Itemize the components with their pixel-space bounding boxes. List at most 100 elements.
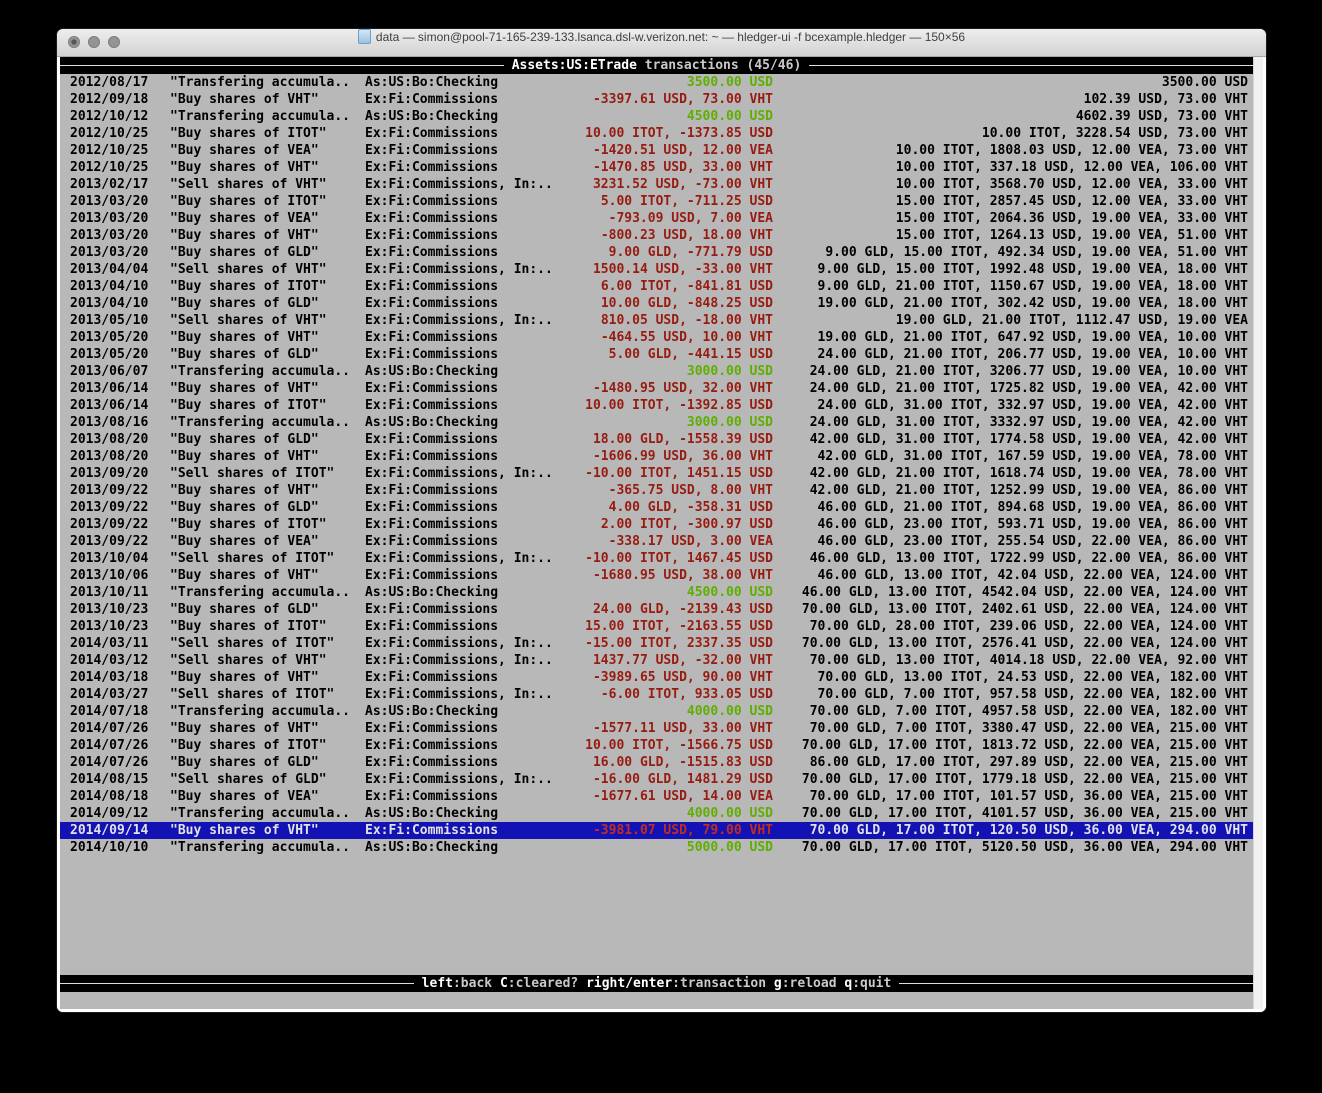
transaction-account: Ex:Fi:Commissions, In:.. bbox=[365, 652, 580, 669]
transaction-balance: 10.00 ITOT, 1808.03 USD, 12.00 VEA, 73.0… bbox=[773, 142, 1248, 159]
transaction-row[interactable]: 2014/09/12"Transfering accumula..As:US:B… bbox=[60, 805, 1253, 822]
transaction-change: 10.00 ITOT, -1392.85 USD bbox=[580, 397, 773, 414]
transaction-date: 2014/03/18 bbox=[70, 669, 170, 686]
transaction-date: 2013/08/16 bbox=[70, 414, 170, 431]
transaction-row[interactable]: 2013/03/20"Buy shares of ITOT"Ex:Fi:Comm… bbox=[60, 193, 1253, 210]
transaction-row[interactable]: 2012/09/18"Buy shares of VHT"Ex:Fi:Commi… bbox=[60, 91, 1253, 108]
transaction-change: -3981.07 USD, 79.00 VHT bbox=[580, 822, 773, 839]
transaction-row[interactable]: 2013/05/20"Buy shares of VHT"Ex:Fi:Commi… bbox=[60, 329, 1253, 346]
transaction-description: "Buy shares of VHT" bbox=[170, 91, 365, 108]
transaction-description: "Sell shares of VHT" bbox=[170, 652, 365, 669]
transaction-row[interactable]: 2014/10/10"Transfering accumula..As:US:B… bbox=[60, 839, 1253, 856]
transaction-row[interactable]: 2013/04/10"Buy shares of GLD"Ex:Fi:Commi… bbox=[60, 295, 1253, 312]
transaction-row[interactable]: 2013/09/22"Buy shares of GLD"Ex:Fi:Commi… bbox=[60, 499, 1253, 516]
transaction-row[interactable]: 2012/08/17"Transfering accumula..As:US:B… bbox=[60, 74, 1253, 91]
transaction-date: 2014/03/11 bbox=[70, 635, 170, 652]
transaction-date: 2013/04/10 bbox=[70, 278, 170, 295]
transaction-date: 2012/10/25 bbox=[70, 125, 170, 142]
transaction-row[interactable]: 2013/08/20"Buy shares of VHT"Ex:Fi:Commi… bbox=[60, 448, 1253, 465]
transaction-change: 16.00 GLD, -1515.83 USD bbox=[580, 754, 773, 771]
transaction-row[interactable]: 2013/10/06"Buy shares of VHT"Ex:Fi:Commi… bbox=[60, 567, 1253, 584]
transaction-date: 2014/07/26 bbox=[70, 720, 170, 737]
transaction-row[interactable]: 2013/09/22"Buy shares of VEA"Ex:Fi:Commi… bbox=[60, 533, 1253, 550]
transaction-account: Ex:Fi:Commissions, In:.. bbox=[365, 465, 580, 482]
transaction-balance: 70.00 GLD, 17.00 ITOT, 101.57 USD, 36.00… bbox=[773, 788, 1248, 805]
transaction-account: As:US:Bo:Checking bbox=[365, 805, 580, 822]
transaction-date: 2013/10/11 bbox=[70, 584, 170, 601]
transaction-row[interactable]: 2013/10/11"Transfering accumula..As:US:B… bbox=[60, 584, 1253, 601]
transaction-date: 2013/09/22 bbox=[70, 482, 170, 499]
transaction-account: As:US:Bo:Checking bbox=[365, 74, 580, 91]
key-label: left bbox=[422, 976, 453, 991]
transaction-row[interactable]: 2012/10/12"Transfering accumula..As:US:B… bbox=[60, 108, 1253, 125]
transaction-row[interactable]: 2012/10/25"Buy shares of ITOT"Ex:Fi:Comm… bbox=[60, 125, 1253, 142]
transaction-row[interactable]: 2014/03/11"Sell shares of ITOT"Ex:Fi:Com… bbox=[60, 635, 1253, 652]
transaction-change: -1470.85 USD, 33.00 VHT bbox=[580, 159, 773, 176]
register-account-name: Assets:US:ETrade bbox=[512, 58, 637, 73]
transaction-row[interactable]: 2014/07/26"Buy shares of GLD"Ex:Fi:Commi… bbox=[60, 754, 1253, 771]
transaction-row[interactable]: 2013/04/04"Sell shares of VHT"Ex:Fi:Comm… bbox=[60, 261, 1253, 278]
transaction-row[interactable]: 2014/03/18"Buy shares of VHT"Ex:Fi:Commi… bbox=[60, 669, 1253, 686]
transaction-account: Ex:Fi:Commissions bbox=[365, 516, 580, 533]
transaction-balance: 46.00 GLD, 13.00 ITOT, 1722.99 USD, 22.0… bbox=[773, 550, 1248, 567]
transaction-description: "Buy shares of GLD" bbox=[170, 295, 365, 312]
transaction-description: "Transfering accumula.. bbox=[170, 74, 365, 91]
transaction-row[interactable]: 2014/07/26"Buy shares of ITOT"Ex:Fi:Comm… bbox=[60, 737, 1253, 754]
transaction-change: 810.05 USD, -18.00 VHT bbox=[580, 312, 773, 329]
transaction-account: Ex:Fi:Commissions bbox=[365, 482, 580, 499]
transaction-row[interactable]: 2013/10/23"Buy shares of GLD"Ex:Fi:Commi… bbox=[60, 601, 1253, 618]
transaction-row[interactable]: 2013/09/20"Sell shares of ITOT"Ex:Fi:Com… bbox=[60, 465, 1253, 482]
transaction-account: Ex:Fi:Commissions bbox=[365, 278, 580, 295]
transaction-row[interactable]: 2013/06/07"Transfering accumula..As:US:B… bbox=[60, 363, 1253, 380]
transaction-row[interactable]: 2013/04/10"Buy shares of ITOT"Ex:Fi:Comm… bbox=[60, 278, 1253, 295]
transaction-row[interactable]: 2013/10/04"Sell shares of ITOT"Ex:Fi:Com… bbox=[60, 550, 1253, 567]
transaction-row[interactable]: 2013/03/20"Buy shares of VHT"Ex:Fi:Commi… bbox=[60, 227, 1253, 244]
transaction-account: Ex:Fi:Commissions bbox=[365, 754, 580, 771]
transaction-change: 24.00 GLD, -2139.43 USD bbox=[580, 601, 773, 618]
transaction-date: 2013/10/23 bbox=[70, 618, 170, 635]
transaction-row[interactable]: 2013/09/22"Buy shares of VHT"Ex:Fi:Commi… bbox=[60, 482, 1253, 499]
transaction-row[interactable]: 2013/05/10"Sell shares of VHT"Ex:Fi:Comm… bbox=[60, 312, 1253, 329]
transaction-row[interactable]: 2013/03/20"Buy shares of GLD"Ex:Fi:Commi… bbox=[60, 244, 1253, 261]
transaction-description: "Sell shares of ITOT" bbox=[170, 550, 365, 567]
transaction-row[interactable]: 2013/06/14"Buy shares of VHT"Ex:Fi:Commi… bbox=[60, 380, 1253, 397]
transaction-balance: 42.00 GLD, 31.00 ITOT, 167.59 USD, 19.00… bbox=[773, 448, 1248, 465]
transaction-date: 2013/03/20 bbox=[70, 244, 170, 261]
transaction-row[interactable]: 2013/02/17"Sell shares of VHT"Ex:Fi:Comm… bbox=[60, 176, 1253, 193]
transaction-row[interactable]: 2013/03/20"Buy shares of VEA"Ex:Fi:Commi… bbox=[60, 210, 1253, 227]
titlebar[interactable]: data — simon@pool-71-165-239-133.lsanca.… bbox=[57, 29, 1266, 57]
transaction-row[interactable]: 2014/08/15"Sell shares of GLD"Ex:Fi:Comm… bbox=[60, 771, 1253, 788]
transaction-row[interactable]: 2014/03/12"Sell shares of VHT"Ex:Fi:Comm… bbox=[60, 652, 1253, 669]
transaction-row[interactable]: 2013/05/20"Buy shares of GLD"Ex:Fi:Commi… bbox=[60, 346, 1253, 363]
transaction-row[interactable]: 2013/08/20"Buy shares of GLD"Ex:Fi:Commi… bbox=[60, 431, 1253, 448]
transaction-description: "Sell shares of GLD" bbox=[170, 771, 365, 788]
transaction-balance: 3500.00 USD bbox=[773, 74, 1248, 91]
transaction-row[interactable]: 2013/06/14"Buy shares of ITOT"Ex:Fi:Comm… bbox=[60, 397, 1253, 414]
transaction-row[interactable]: 2012/10/25"Buy shares of VEA"Ex:Fi:Commi… bbox=[60, 142, 1253, 159]
transaction-balance: 19.00 GLD, 21.00 ITOT, 647.92 USD, 19.00… bbox=[773, 329, 1248, 346]
transaction-row[interactable]: 2014/08/18"Buy shares of VEA"Ex:Fi:Commi… bbox=[60, 788, 1253, 805]
transaction-row[interactable]: 2012/10/25"Buy shares of VHT"Ex:Fi:Commi… bbox=[60, 159, 1253, 176]
transaction-row[interactable]: 2014/07/18"Transfering accumula..As:US:B… bbox=[60, 703, 1253, 720]
transaction-balance: 70.00 GLD, 7.00 ITOT, 4957.58 USD, 22.00… bbox=[773, 703, 1248, 720]
transaction-date: 2013/10/06 bbox=[70, 567, 170, 584]
transaction-description: "Buy shares of VHT" bbox=[170, 482, 365, 499]
scrollbar[interactable] bbox=[1253, 57, 1263, 1009]
transaction-date: 2014/03/12 bbox=[70, 652, 170, 669]
transaction-account: Ex:Fi:Commissions bbox=[365, 295, 580, 312]
transaction-row[interactable]: 2013/10/23"Buy shares of ITOT"Ex:Fi:Comm… bbox=[60, 618, 1253, 635]
transaction-row[interactable]: 2014/07/26"Buy shares of VHT"Ex:Fi:Commi… bbox=[60, 720, 1253, 737]
transaction-account: As:US:Bo:Checking bbox=[365, 363, 580, 380]
transaction-row[interactable]: 2014/03/27"Sell shares of ITOT"Ex:Fi:Com… bbox=[60, 686, 1253, 703]
transaction-date: 2014/10/10 bbox=[70, 839, 170, 856]
transaction-row[interactable]: 2014/09/14"Buy shares of VHT"Ex:Fi:Commi… bbox=[60, 822, 1253, 839]
transaction-balance: 42.00 GLD, 21.00 ITOT, 1252.99 USD, 19.0… bbox=[773, 482, 1248, 499]
transaction-date: 2012/10/25 bbox=[70, 142, 170, 159]
transaction-balance: 102.39 USD, 73.00 VHT bbox=[773, 91, 1248, 108]
transaction-balance: 70.00 GLD, 13.00 ITOT, 4014.18 USD, 22.0… bbox=[773, 652, 1248, 669]
transaction-account: Ex:Fi:Commissions bbox=[365, 822, 580, 839]
transaction-row[interactable]: 2013/09/22"Buy shares of ITOT"Ex:Fi:Comm… bbox=[60, 516, 1253, 533]
transaction-change: 5000.00 USD bbox=[580, 839, 773, 856]
terminal-body: Assets:US:ETrade transactions (45/46) 20… bbox=[57, 57, 1266, 1012]
transaction-row[interactable]: 2013/08/16"Transfering accumula..As:US:B… bbox=[60, 414, 1253, 431]
